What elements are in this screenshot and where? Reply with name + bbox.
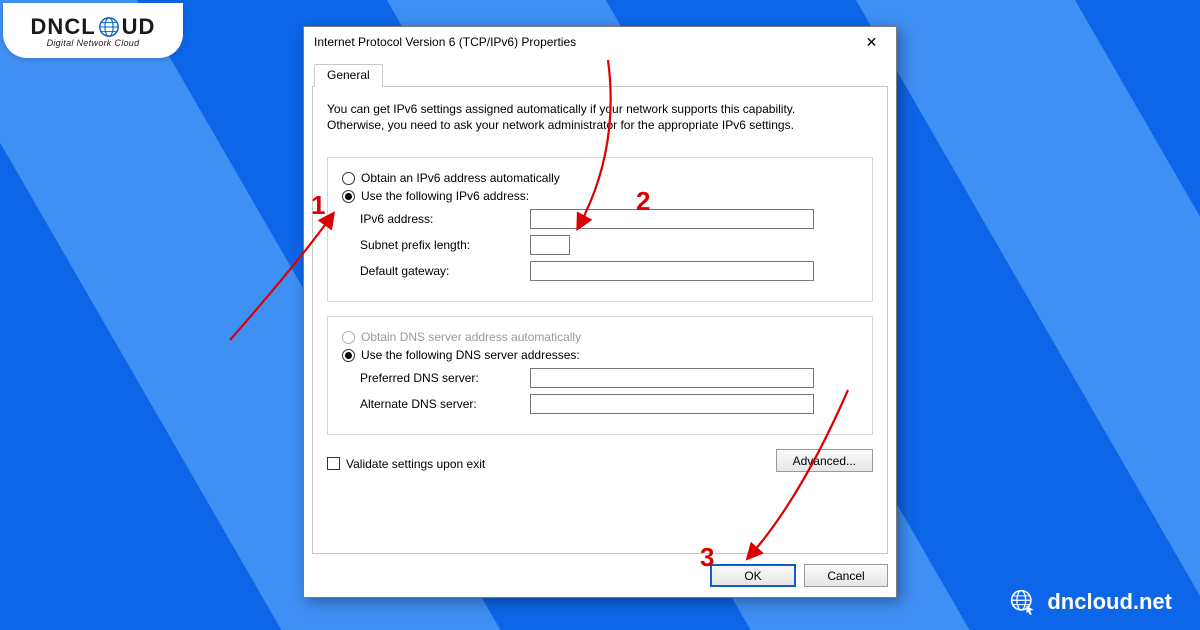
dns-group: Obtain DNS server address automatically …: [327, 316, 873, 435]
globe-cursor-icon: [1009, 588, 1037, 616]
settings-description: You can get IPv6 settings assigned autom…: [327, 101, 847, 133]
advanced-button[interactable]: Advanced...: [776, 449, 873, 472]
button-label: Cancel: [827, 569, 864, 583]
brand-name-prefix: DNCL: [31, 14, 96, 40]
radio-obtain-ip-auto[interactable]: Obtain an IPv6 address automatically: [342, 171, 858, 185]
footer-domain: dncloud.net: [1047, 589, 1172, 615]
annotation-number-1: 1: [311, 190, 325, 221]
button-label: OK: [744, 569, 761, 583]
button-label: Advanced...: [793, 454, 856, 468]
close-button[interactable]: ✕: [849, 28, 894, 56]
dialog-button-row: OK Cancel: [304, 564, 888, 587]
field-default-gateway: Default gateway:: [360, 261, 858, 281]
annotation-number-2: 2: [636, 186, 650, 217]
radio-label: Obtain an IPv6 address automatically: [361, 171, 560, 185]
radio-icon: [342, 349, 355, 362]
tab-general-label: General: [327, 68, 370, 82]
brand-name-suffix: UD: [122, 14, 156, 40]
brand-tagline: Digital Network Cloud: [47, 38, 140, 48]
tab-panel-general: You can get IPv6 settings assigned autom…: [312, 87, 888, 554]
ipv6-address-input[interactable]: [530, 209, 814, 229]
radio-label: Obtain DNS server address automatically: [361, 330, 581, 344]
field-subnet-prefix: Subnet prefix length:: [360, 235, 858, 255]
field-label: Alternate DNS server:: [360, 397, 530, 411]
ipv6-properties-dialog: Internet Protocol Version 6 (TCP/IPv6) P…: [303, 26, 897, 598]
subnet-prefix-input[interactable]: [530, 235, 570, 255]
field-alternate-dns: Alternate DNS server:: [360, 394, 858, 414]
radio-obtain-dns-auto: Obtain DNS server address automatically: [342, 330, 858, 344]
radio-label: Use the following DNS server addresses:: [361, 348, 580, 362]
radio-icon: [342, 190, 355, 203]
cancel-button[interactable]: Cancel: [804, 564, 888, 587]
field-preferred-dns: Preferred DNS server:: [360, 368, 858, 388]
ok-button[interactable]: OK: [710, 564, 796, 587]
validate-checkbox-row[interactable]: Validate settings upon exit: [327, 457, 485, 471]
field-label: Subnet prefix length:: [360, 238, 530, 252]
checkbox-label: Validate settings upon exit: [346, 457, 485, 471]
field-label: IPv6 address:: [360, 212, 530, 226]
preferred-dns-input[interactable]: [530, 368, 814, 388]
radio-use-following-dns[interactable]: Use the following DNS server addresses:: [342, 348, 858, 362]
dialog-titlebar[interactable]: Internet Protocol Version 6 (TCP/IPv6) P…: [304, 27, 896, 57]
radio-icon: [342, 172, 355, 185]
globe-icon: [98, 16, 120, 38]
brand-logo-card: DNCL UD Digital Network Cloud: [3, 3, 183, 58]
footer-brand: dncloud.net: [1009, 588, 1172, 616]
tab-general[interactable]: General: [314, 64, 383, 87]
radio-label: Use the following IPv6 address:: [361, 189, 529, 203]
brand-logo: DNCL UD: [31, 14, 156, 40]
ip-address-group: Obtain an IPv6 address automatically Use…: [327, 157, 873, 302]
tutorial-canvas: DNCL UD Digital Network Cloud Internet P…: [0, 0, 1200, 630]
radio-icon: [342, 331, 355, 344]
field-ipv6-address: IPv6 address:: [360, 209, 858, 229]
alternate-dns-input[interactable]: [530, 394, 814, 414]
checkbox-icon: [327, 457, 340, 470]
annotation-number-3: 3: [700, 542, 714, 573]
default-gateway-input[interactable]: [530, 261, 814, 281]
panel-bottom-row: Validate settings upon exit Advanced...: [327, 449, 873, 472]
close-icon: ✕: [866, 34, 878, 51]
tab-bar: General: [312, 63, 888, 87]
field-label: Preferred DNS server:: [360, 371, 530, 385]
field-label: Default gateway:: [360, 264, 530, 278]
radio-use-following-ip[interactable]: Use the following IPv6 address:: [342, 189, 858, 203]
dialog-title: Internet Protocol Version 6 (TCP/IPv6) P…: [314, 35, 576, 49]
